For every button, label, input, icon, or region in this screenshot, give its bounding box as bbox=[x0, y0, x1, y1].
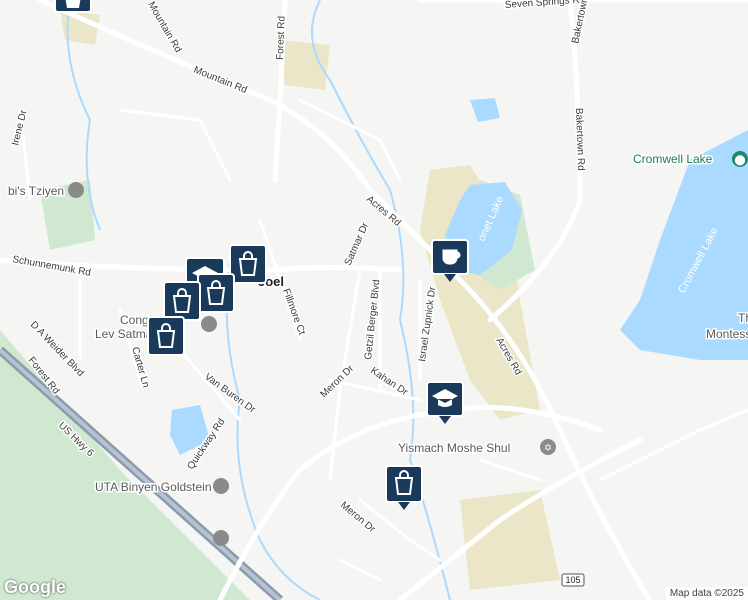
poi-label-montessori-th[interactable]: Th bbox=[737, 310, 748, 327]
route-105-label: 105 bbox=[565, 575, 580, 585]
marker-shopping-b[interactable] bbox=[197, 273, 235, 313]
park-icon-glyph: ⬤ bbox=[734, 155, 745, 166]
map-canvas[interactable]: 105 Seven Springs Rd Mountain Rd Mountai… bbox=[0, 0, 748, 600]
poi-label-cong[interactable]: Cong bbox=[119, 312, 151, 329]
poi-label-yismach-moshe[interactable]: Yismach Moshe Shul bbox=[397, 440, 512, 457]
road-label-bakertown: Bakertown Rd bbox=[573, 108, 586, 171]
marker-shopping-a[interactable] bbox=[229, 244, 267, 284]
road-label-forest-rd-top: Forest Rd bbox=[275, 16, 288, 60]
poi-label-uta-binyen[interactable]: UTA Binyen Goldstein bbox=[94, 479, 214, 496]
marker-shopping-d[interactable] bbox=[147, 316, 185, 356]
sand-area-north bbox=[60, 10, 100, 45]
shopping-bag-icon bbox=[65, 0, 81, 8]
graduation-cap-icon[interactable] bbox=[213, 478, 229, 494]
building-icon[interactable] bbox=[68, 182, 84, 198]
sand-area-forest bbox=[280, 40, 330, 90]
poi-label-cromwell-lake[interactable]: Cromwell Lake bbox=[632, 151, 715, 168]
graduation-cap-icon[interactable] bbox=[213, 530, 229, 546]
poi-label-tziyen[interactable]: bi's Tziyen bbox=[7, 183, 66, 200]
map-attribution[interactable]: Map data ©2025 bbox=[665, 587, 748, 600]
star-of-david-icon[interactable] bbox=[201, 316, 217, 332]
marker-shopping-c[interactable] bbox=[163, 281, 201, 321]
marker-shopping-top[interactable] bbox=[54, 0, 92, 13]
google-logo: Google bbox=[4, 577, 66, 597]
poi-label-montessori[interactable]: Montessori bbox=[705, 326, 748, 343]
star-of-david-glyph: ✡ bbox=[544, 443, 552, 454]
